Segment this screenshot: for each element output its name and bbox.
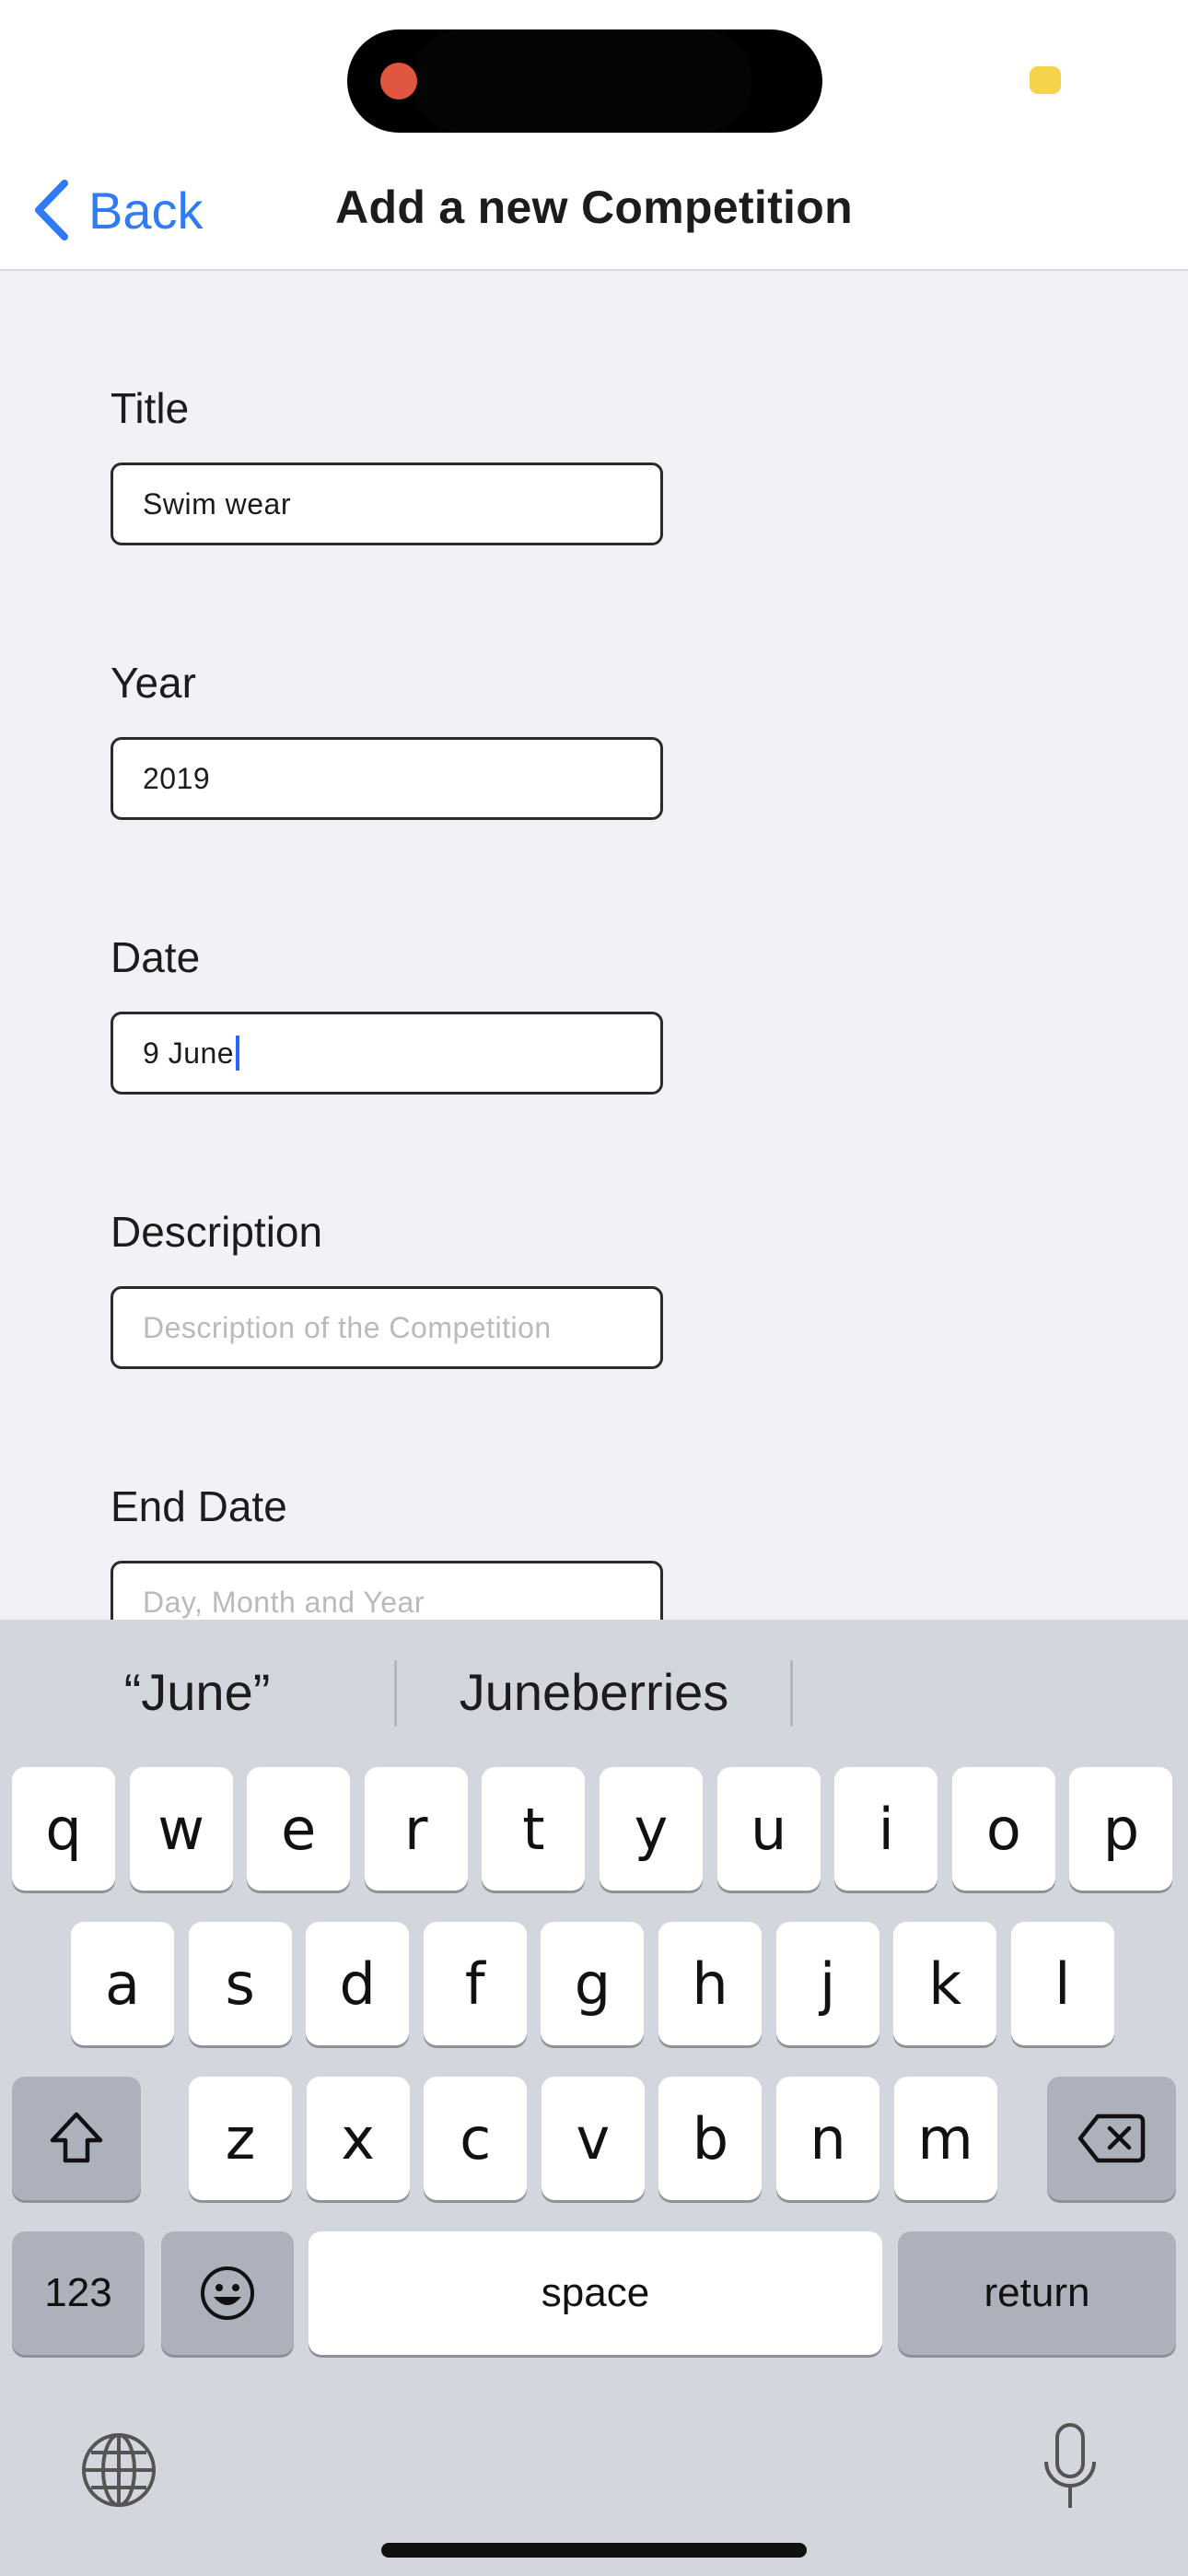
key-g[interactable]: g (541, 1922, 645, 2045)
recording-indicator-icon (380, 63, 417, 100)
title-label: Title (111, 384, 190, 432)
suggestion-divider (790, 1660, 793, 1727)
date-input[interactable]: 9 June (111, 1012, 663, 1095)
key-d[interactable]: d (306, 1922, 410, 2045)
navigation-bar: Back Add a new Competition (0, 147, 1188, 271)
key-z[interactable]: z (189, 2077, 292, 2200)
key-l[interactable]: l (1010, 1922, 1114, 2045)
key-w[interactable]: w (129, 1767, 233, 1891)
keyboard: “June” Juneberries qwertyuiop asdfghjkl … (0, 1620, 1188, 2576)
page-title: Add a new Competition (0, 181, 1188, 234)
end-date-placeholder: Day, Month and Year (143, 1585, 425, 1619)
date-label: Date (111, 933, 201, 981)
key-n[interactable]: n (776, 2077, 879, 2200)
suggestion-item[interactable]: Juneberries (397, 1620, 791, 1763)
text-cursor (236, 1036, 240, 1071)
competition-form: Title Swim wear Year 2019 Date 9 June De… (0, 271, 1188, 1620)
key-c[interactable]: c (424, 2077, 528, 2200)
key-i[interactable]: i (834, 1767, 938, 1891)
description-input[interactable]: Description of the Competition (111, 1286, 663, 1369)
key-s[interactable]: s (188, 1922, 292, 2045)
page-title-text: Add a new Competition (335, 181, 853, 233)
title-input[interactable]: Swim wear (111, 463, 663, 545)
description-label: Description (111, 1208, 323, 1256)
key-p[interactable]: p (1069, 1767, 1173, 1891)
dynamic-island (347, 29, 822, 133)
key-t[interactable]: t (482, 1767, 586, 1891)
backspace-icon (1077, 2113, 1146, 2163)
key-u[interactable]: u (716, 1767, 821, 1891)
year-label: Year (111, 659, 196, 707)
space-key[interactable]: space (309, 2231, 882, 2355)
end-date-label: End Date (111, 1482, 287, 1530)
numbers-key[interactable]: 123 (12, 2231, 145, 2355)
emoji-icon (201, 2266, 254, 2320)
home-indicator (381, 2543, 807, 2558)
delete-key[interactable] (1047, 2077, 1176, 2200)
key-f[interactable]: f (423, 1922, 527, 2045)
title-input-value: Swim wear (143, 486, 291, 521)
key-j[interactable]: j (775, 1922, 879, 2045)
date-input-value: 9 June (143, 1036, 235, 1070)
suggestion-bar: “June” Juneberries (0, 1620, 1188, 1763)
key-x[interactable]: x (306, 2077, 410, 2200)
return-key[interactable]: return (898, 2231, 1176, 2355)
island-body (412, 29, 752, 133)
emoji-key[interactable] (161, 2231, 294, 2355)
description-placeholder: Description of the Competition (143, 1310, 552, 1344)
shift-icon (50, 2112, 103, 2163)
year-input[interactable]: 2019 (111, 737, 663, 820)
key-v[interactable]: v (541, 2077, 645, 2200)
key-b[interactable]: b (658, 2077, 763, 2200)
shift-key[interactable] (12, 2077, 141, 2200)
key-k[interactable]: k (893, 1922, 997, 2045)
key-m[interactable]: m (893, 2077, 997, 2200)
end-date-input[interactable]: Day, Month and Year (111, 1561, 663, 1620)
key-e[interactable]: e (247, 1767, 351, 1891)
suggestion-item[interactable]: “June” (0, 1620, 394, 1763)
key-r[interactable]: r (364, 1767, 468, 1891)
microphone-icon[interactable] (1041, 2421, 1100, 2513)
year-input-value: 2019 (143, 761, 211, 795)
globe-icon[interactable] (76, 2427, 162, 2513)
key-q[interactable]: q (12, 1767, 115, 1891)
key-a[interactable]: a (71, 1922, 174, 2045)
key-h[interactable]: h (658, 1922, 762, 2045)
camera-indicator-icon (1030, 66, 1061, 94)
key-o[interactable]: o (951, 1767, 1055, 1891)
key-y[interactable]: y (600, 1767, 703, 1891)
